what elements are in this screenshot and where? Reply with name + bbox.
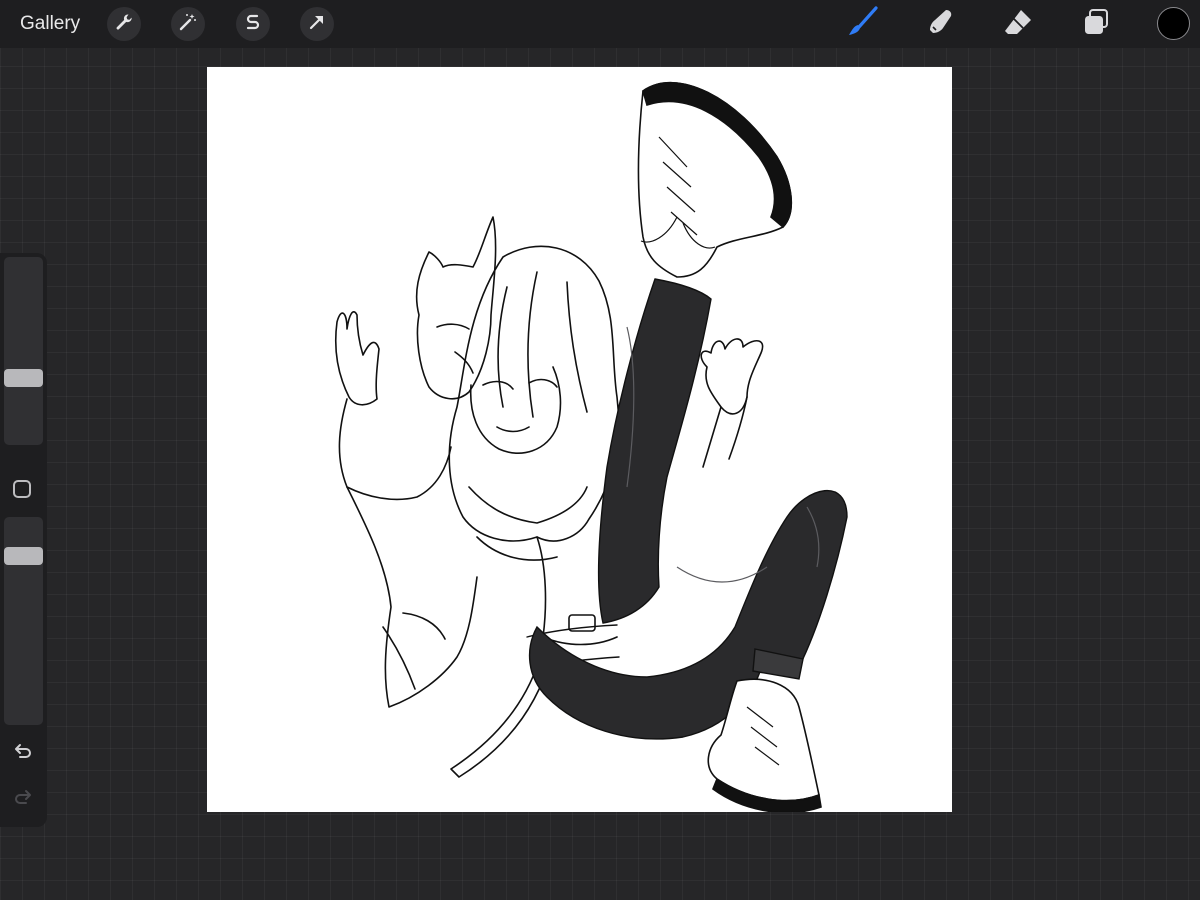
redo-button[interactable] — [11, 787, 35, 811]
layers-icon — [1081, 7, 1111, 42]
eraser-icon — [1002, 6, 1034, 43]
modify-button[interactable] — [13, 480, 31, 498]
brush-icon — [845, 5, 879, 44]
brush-button[interactable] — [844, 5, 880, 44]
artwork-illustration — [334, 81, 848, 812]
top-toolbar: Gallery — [0, 0, 1200, 48]
arrow-cursor-icon — [307, 12, 327, 37]
oni-mask — [415, 216, 497, 400]
redo-arrow-icon — [12, 786, 34, 813]
brush-size-slider-thumb[interactable] — [4, 369, 43, 387]
undo-arrow-icon — [12, 740, 34, 767]
transform-button[interactable] — [300, 7, 334, 41]
left-sidebar — [0, 253, 47, 827]
layers-button[interactable] — [1078, 6, 1114, 42]
actions-button[interactable] — [107, 7, 141, 41]
drawing-canvas[interactable] — [207, 67, 952, 812]
raised-hand-left — [334, 311, 380, 406]
smudge-button[interactable] — [922, 6, 958, 42]
raised-hand-right — [700, 338, 764, 415]
wrench-icon — [114, 12, 134, 37]
opacity-slider[interactable] — [4, 517, 43, 725]
eraser-button[interactable] — [1000, 6, 1036, 42]
selection-button[interactable] — [236, 7, 270, 41]
smudge-finger-icon — [924, 6, 956, 43]
undo-button[interactable] — [11, 741, 35, 765]
color-swatch-button[interactable] — [1157, 7, 1190, 40]
opacity-slider-thumb[interactable] — [4, 547, 43, 565]
magic-wand-icon — [178, 12, 198, 37]
adjustments-button[interactable] — [171, 7, 205, 41]
selection-s-icon — [243, 12, 263, 37]
pants-raised-leg — [597, 278, 712, 624]
gallery-button[interactable]: Gallery — [20, 12, 80, 36]
brush-size-slider[interactable] — [4, 257, 43, 445]
jacket-sleeve — [346, 446, 452, 501]
torso — [468, 486, 588, 524]
